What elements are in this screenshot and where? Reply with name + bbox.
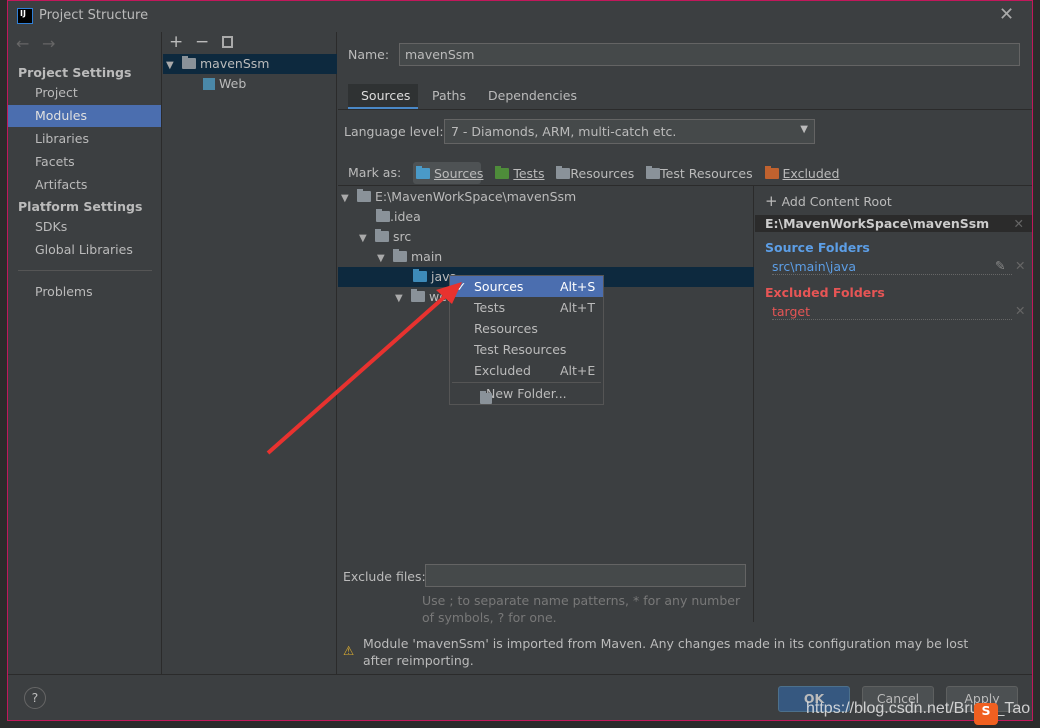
arrow-shaft [266, 290, 452, 455]
ime-logo-icon: S [974, 703, 998, 725]
red-arrow-annotation [266, 282, 462, 455]
